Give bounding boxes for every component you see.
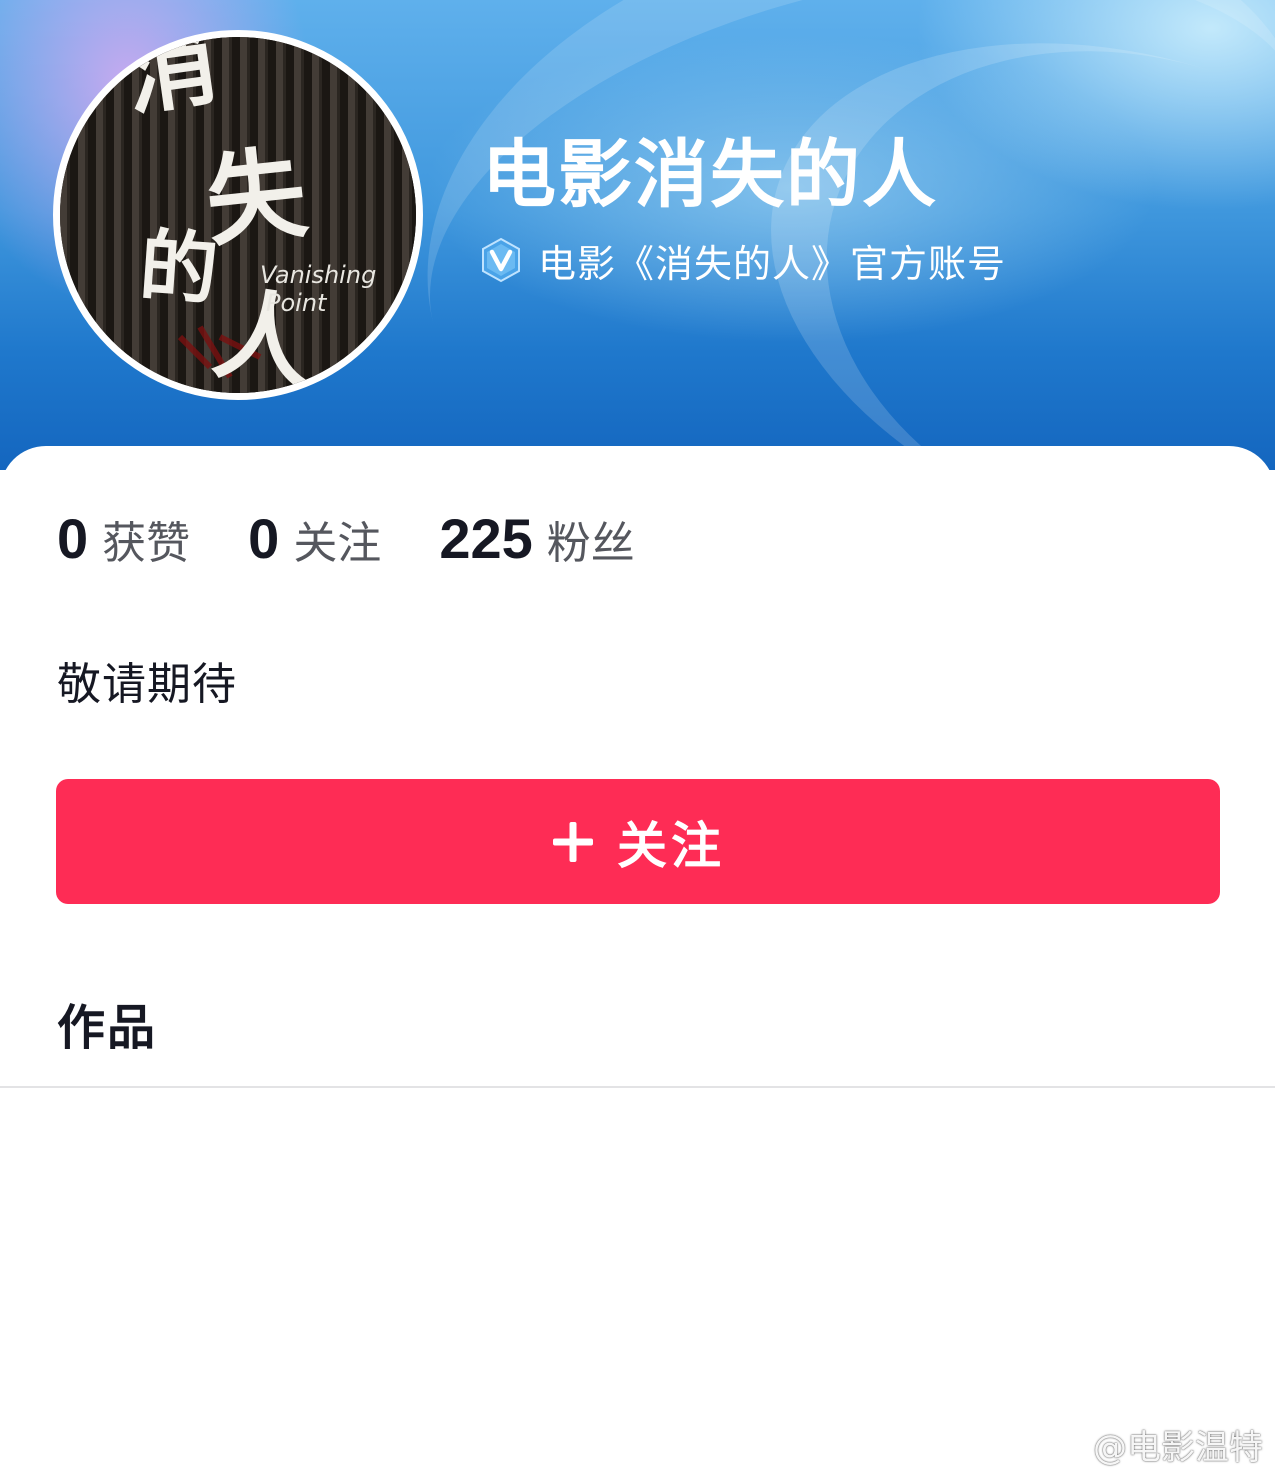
watermark: @电影温特 [1035,1422,1263,1468]
profile-bio: 敬请期待 [57,659,237,710]
stats-row: 0 获赞 0 关注 225 粉丝 [57,506,693,576]
weibo-logo-icon [1036,1427,1085,1464]
plus-icon [553,821,593,862]
stat-label: 获赞 [102,518,191,569]
verification-row: 电影《消失的人》官方账号 [478,236,1006,286]
stat-value: 0 [248,507,280,570]
follow-button[interactable]: 关注 [56,779,1220,904]
verified-v-icon [482,237,520,283]
divider [0,1086,1275,1088]
stat-value: 0 [57,507,89,570]
avatar-poster-text: 的 [137,220,221,316]
stat-value: 225 [439,507,533,570]
profile-card [0,446,1275,1475]
stat-label: 关注 [293,518,382,569]
follow-button-label: 关注 [617,816,725,875]
works-tab-title[interactable]: 作品 [57,988,157,1058]
verification-text: 电影《消失的人》官方账号 [538,241,1007,286]
stat-label: 粉丝 [546,518,635,569]
profile-name: 电影消失的人 [482,132,938,218]
avatar-poster-image: 消 失 的 人 Vanishing Point [60,37,416,393]
watermark-text: @电影温特 [1093,1427,1263,1468]
stat-likes[interactable]: 0 获赞 [57,506,190,571]
avatar-poster-text: Vanishing [260,261,376,289]
avatar[interactable]: 消 失 的 人 Vanishing Point [53,30,423,400]
stat-following[interactable]: 0 关注 [248,506,381,571]
avatar-poster-text: Point [266,289,328,317]
stat-followers[interactable]: 225 粉丝 [439,506,634,571]
